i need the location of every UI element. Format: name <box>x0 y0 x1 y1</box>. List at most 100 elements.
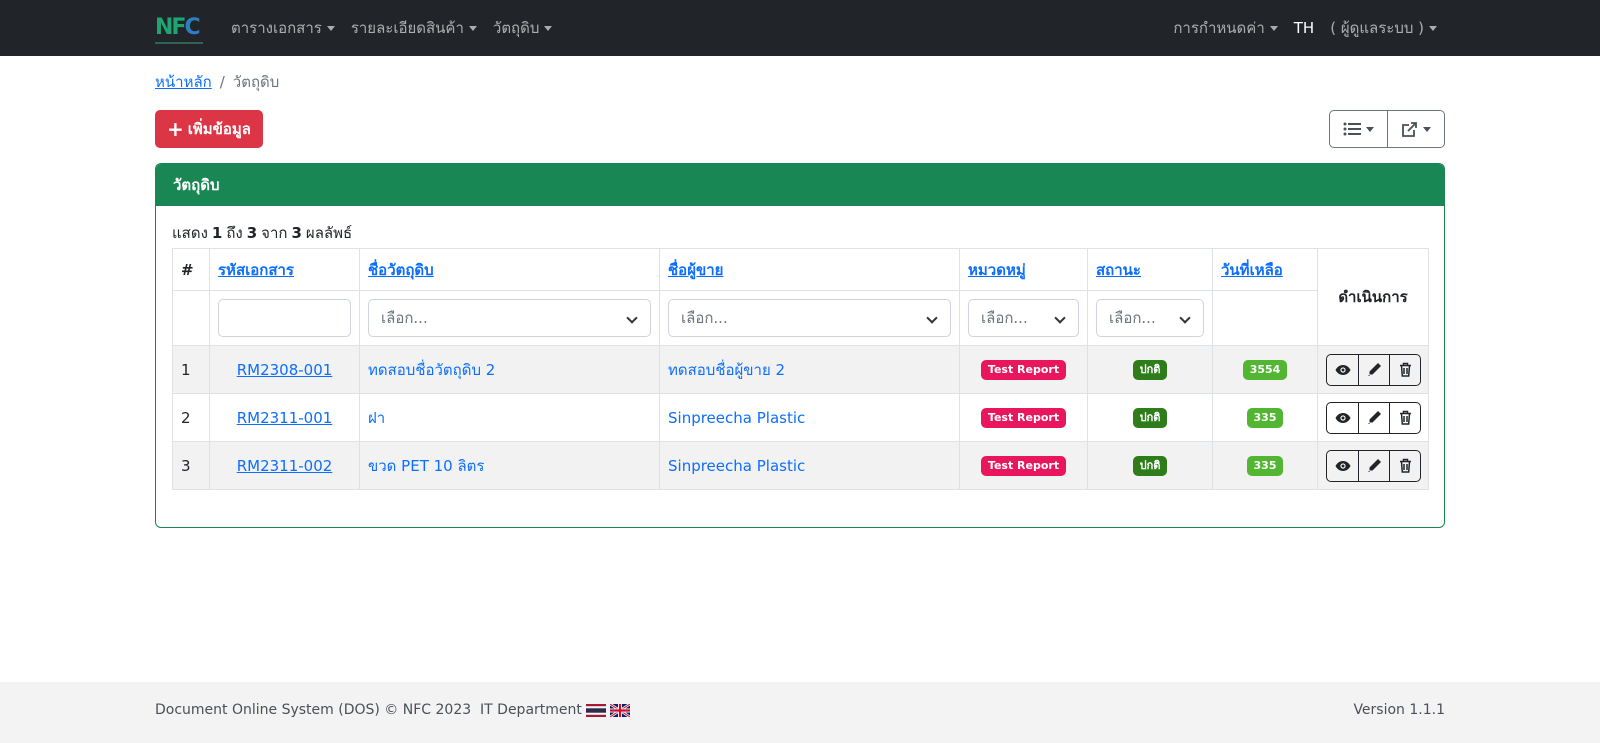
trash-icon <box>1399 410 1411 425</box>
filter-category-select[interactable]: เลือก... <box>968 299 1079 337</box>
external-link-icon <box>1402 121 1417 137</box>
row-status-cell: ปกติ <box>1087 393 1213 442</box>
caret-down-icon <box>326 25 335 31</box>
raw-materials-card: วัตถุดิบ แสดง 1 ถึง 3 จาก 3 ผลลัพธ์ # รห… <box>155 163 1445 528</box>
chevron-down-icon <box>626 312 638 324</box>
edit-button[interactable] <box>1358 354 1389 385</box>
delete-button[interactable] <box>1389 402 1420 433</box>
summary-prefix: แสดง <box>172 224 208 242</box>
sort-status-link[interactable]: สถานะ <box>1096 261 1141 279</box>
header-actions: ดำเนินการ <box>1317 248 1429 346</box>
row-vendor-link[interactable]: Sinpreecha Plastic <box>668 409 805 427</box>
days-left-badge: 335 <box>1246 408 1284 428</box>
row-vendor-cell: Sinpreecha Plastic <box>659 393 960 442</box>
nav-menu-label: ตารางเอกสาร <box>231 19 322 37</box>
table-row: 1 RM2308-001 ทดสอบชื่อวัตถุดิบ 2 ทดสอบชื… <box>172 345 1429 394</box>
nfc-logo[interactable]: NFC <box>155 13 203 44</box>
row-category-cell: Test Report <box>959 393 1088 442</box>
uk-flag-icon[interactable] <box>609 703 630 717</box>
filter-vendor-select[interactable]: เลือก... <box>668 299 951 337</box>
table-tools-group <box>1329 110 1445 148</box>
view-button[interactable] <box>1327 451 1358 481</box>
row-status-cell: ปกติ <box>1087 441 1213 490</box>
thai-flag-icon[interactable] <box>585 703 606 717</box>
nav-menu-document-table[interactable]: ตารางเอกสาร <box>223 16 343 40</box>
filter-days-cell <box>1212 290 1318 346</box>
filter-code-input[interactable] <box>218 299 351 337</box>
nav-menu-product-details[interactable]: รายละเอียดสินค้า <box>343 16 485 40</box>
row-code-link[interactable]: RM2308-001 <box>237 361 333 379</box>
row-category-cell: Test Report <box>959 441 1088 490</box>
row-vendor-link[interactable]: Sinpreecha Plastic <box>668 457 805 475</box>
filter-status-select[interactable]: เลือก... <box>1096 299 1204 337</box>
eye-icon <box>1335 364 1350 375</box>
row-code-cell: RM2311-002 <box>209 441 360 490</box>
breadcrumb-separator: / <box>219 73 225 91</box>
category-badge: Test Report <box>980 456 1067 476</box>
add-data-button[interactable]: + เพิ่มข้อมูล <box>155 110 263 148</box>
nav-menu-settings[interactable]: การกำหนดค่า <box>1165 16 1285 40</box>
caret-down-icon <box>1269 25 1278 31</box>
column-toggle-button[interactable] <box>1330 111 1387 147</box>
row-actions-group <box>1326 401 1421 434</box>
edit-button[interactable] <box>1358 450 1389 481</box>
row-code-link[interactable]: RM2311-002 <box>237 457 333 475</box>
footer-text: Document Online System (DOS) © NFC 2023 … <box>155 702 582 718</box>
filter-category-cell: เลือก... <box>959 290 1088 346</box>
user-label: ( ผู้ดูแลระบบ ) <box>1330 19 1424 37</box>
trash-icon <box>1399 458 1411 473</box>
eye-icon <box>1335 412 1350 423</box>
caret-down-icon <box>468 25 477 31</box>
view-button[interactable] <box>1327 403 1358 433</box>
row-num: 1 <box>172 345 210 394</box>
table-row: 2 RM2311-001 ฝา Sinpreecha Plastic Test … <box>172 393 1429 442</box>
caret-down-icon <box>1423 126 1431 132</box>
chevron-down-icon <box>1054 312 1066 324</box>
nav-user-menu[interactable]: ( ผู้ดูแลระบบ ) <box>1322 16 1445 40</box>
sort-vendor-link[interactable]: ชื่อผู้ขาย <box>668 261 723 279</box>
header-name[interactable]: ชื่อวัตถุดิบ <box>359 248 660 291</box>
nav-menu-raw-materials[interactable]: วัตถุดิบ <box>485 16 561 40</box>
summary-suffix: ผลลัพธ์ <box>305 224 353 242</box>
language-switch[interactable]: TH <box>1286 19 1322 37</box>
card-title: วัตถุดิบ <box>156 164 1444 206</box>
header-category[interactable]: หมวดหมู่ <box>959 248 1088 291</box>
sort-name-link[interactable]: ชื่อวัตถุดิบ <box>368 261 434 279</box>
delete-button[interactable] <box>1389 450 1420 481</box>
row-vendor-cell: Sinpreecha Plastic <box>659 441 960 490</box>
sort-days-left-link[interactable]: วันที่เหลือ <box>1221 261 1283 279</box>
add-data-label: เพิ่มข้อมูล <box>187 120 251 138</box>
delete-button[interactable] <box>1389 354 1420 385</box>
row-vendor-link[interactable]: ทดสอบชื่อผู้ขาย 2 <box>668 361 785 379</box>
export-button[interactable] <box>1387 111 1444 147</box>
status-badge: ปกติ <box>1132 456 1168 476</box>
row-actions-cell <box>1317 345 1429 394</box>
breadcrumb-current: วัตถุดิบ <box>232 73 280 91</box>
row-name-cell: ขวด PET 10 ลิตร <box>359 441 660 490</box>
row-name-link[interactable]: ฝา <box>368 409 385 427</box>
sort-category-link[interactable]: หมวดหมู่ <box>968 261 1026 279</box>
row-code-cell: RM2308-001 <box>209 345 360 394</box>
breadcrumb-home-link[interactable]: หน้าหลัก <box>155 70 212 94</box>
breadcrumb: หน้าหลัก / วัตถุดิบ <box>155 70 279 94</box>
row-actions-cell <box>1317 393 1429 442</box>
filter-name-select[interactable]: เลือก... <box>368 299 651 337</box>
header-status[interactable]: สถานะ <box>1087 248 1213 291</box>
row-name-link[interactable]: ทดสอบชื่อวัตถุดิบ 2 <box>368 361 495 379</box>
view-button[interactable] <box>1327 355 1358 385</box>
header-code[interactable]: รหัสเอกสาร <box>209 248 360 291</box>
sort-code-link[interactable]: รหัสเอกสาร <box>218 261 294 279</box>
caret-down-icon <box>1429 25 1437 31</box>
header-days-left[interactable]: วันที่เหลือ <box>1212 248 1318 291</box>
row-code-link[interactable]: RM2311-001 <box>237 409 333 427</box>
chevron-down-icon <box>1179 312 1191 324</box>
footer-version: Version 1.1.1 <box>1353 702 1445 718</box>
row-name-link[interactable]: ขวด PET 10 ลิตร <box>368 457 484 475</box>
trash-icon <box>1399 362 1411 377</box>
select-placeholder: เลือก... <box>1109 309 1156 327</box>
header-vendor[interactable]: ชื่อผู้ขาย <box>659 248 960 291</box>
row-vendor-cell: ทดสอบชื่อผู้ขาย 2 <box>659 345 960 394</box>
edit-button[interactable] <box>1358 402 1389 433</box>
top-navbar: NFC ตารางเอกสาร รายละเอียดสินค้า วัตถุดิ… <box>0 0 1600 56</box>
plus-icon: + <box>166 117 184 141</box>
